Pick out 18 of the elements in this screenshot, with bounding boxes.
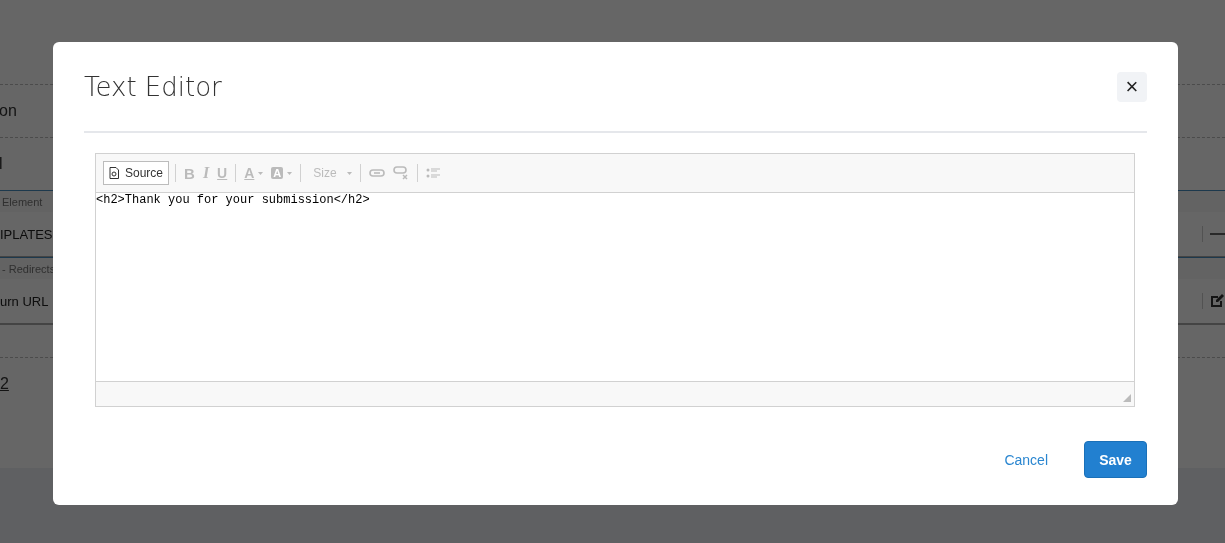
- caret-icon: [287, 171, 293, 175]
- link[interactable]: 2: [0, 374, 9, 393]
- source-button[interactable]: Source: [103, 161, 170, 185]
- document-icon: [109, 167, 119, 179]
- field-value: urn URL: [0, 293, 49, 309]
- dialog-title: Text Editor: [84, 71, 222, 102]
- close-button[interactable]: ×: [1117, 71, 1147, 102]
- save-button[interactable]: Save: [1084, 441, 1147, 478]
- field-value: IPLATES: [0, 226, 53, 242]
- cancel-button[interactable]: Cancel: [998, 443, 1054, 476]
- row-label: l: [0, 155, 3, 173]
- edit-icon[interactable]: [1202, 293, 1225, 309]
- caret-icon: [346, 171, 352, 175]
- source-field[interactable]: <h2>Thank you for your submission</h2>: [95, 193, 1135, 381]
- caret-icon: [258, 171, 264, 175]
- row-label: on: [0, 102, 17, 120]
- minus-icon[interactable]: [1202, 226, 1225, 242]
- resize-grip-icon[interactable]: [1123, 394, 1131, 402]
